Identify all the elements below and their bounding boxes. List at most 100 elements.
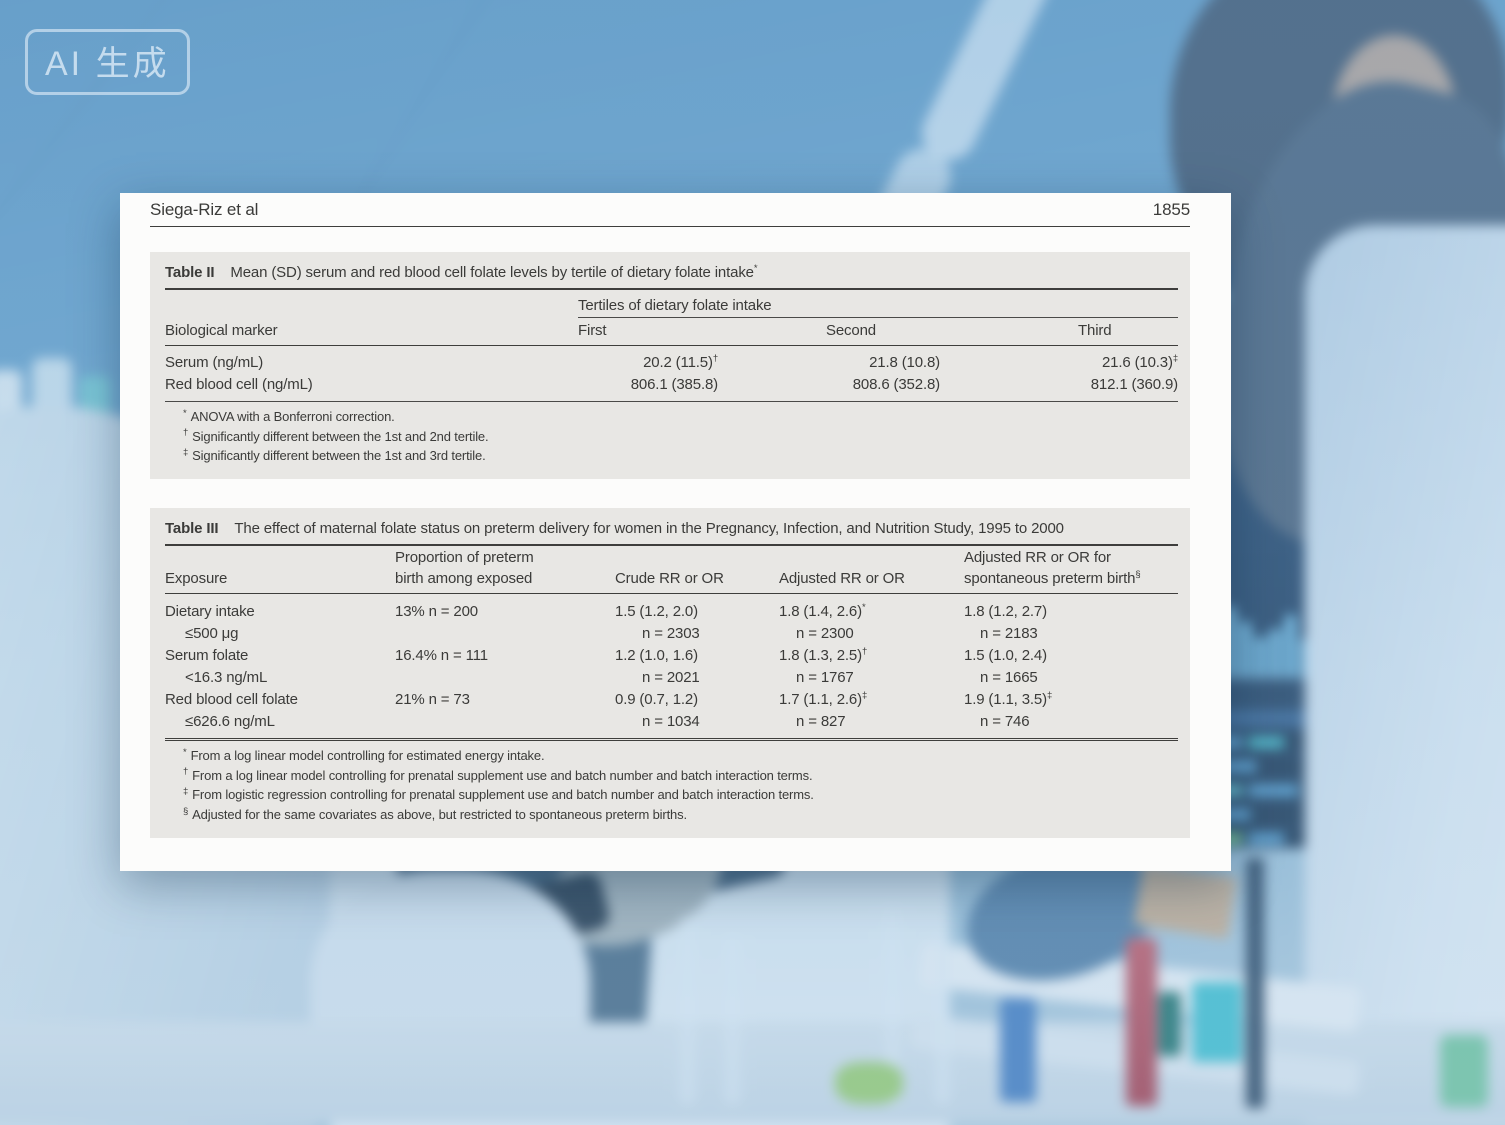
table-cell: 1.2 (1.0, 1.6) [615, 645, 779, 667]
footnote: * ANOVA with a Bonferroni correction. [183, 407, 1178, 427]
table-cell: 1.7 (1.1, 2.6)‡ [779, 689, 964, 711]
column-header: Second [826, 322, 940, 345]
footnote-text: From logistic regression controlling for… [192, 787, 814, 802]
table-cell [165, 297, 578, 318]
table-2: Table II Mean (SD) serum and red blood ce… [150, 252, 1190, 479]
footnote-text: Significantly different between the 1st … [192, 429, 488, 444]
table-2-caption-footnote-mark: * [754, 263, 758, 274]
table-cell: 1.5 (1.2, 2.0) [615, 601, 779, 623]
footnote-mark: * [862, 602, 866, 613]
footnote-mark: * [183, 408, 187, 419]
table-row: <16.3 ng/mL n = 2021 n = 1767 n = 1665 [165, 667, 1178, 689]
footnote-mark: ‡ [183, 447, 188, 458]
table-cell: n = 1767 [779, 667, 964, 689]
table-2-title: Table II Mean (SD) serum and red blood ce… [165, 252, 1178, 290]
table-cell [395, 667, 615, 689]
table-cell: 808.6 (352.8) [826, 374, 940, 396]
cell-value: 1.2 (1.0, 1.6) [615, 647, 698, 664]
footnote-mark: § [1135, 569, 1140, 580]
footnote-text: From a log linear model controlling for … [192, 768, 812, 783]
cell-value: 1.8 (1.2, 2.7) [964, 603, 1047, 620]
table-cell: Dietary intake [165, 601, 395, 623]
table-row: Serum (ng/mL) 20.2 (11.5)† 21.8 (10.8) 2… [165, 352, 1178, 374]
table-cell [395, 711, 615, 733]
footnote-text: Adjusted for the same covariates as abov… [192, 807, 687, 822]
footnote-text: From a log linear model controlling for … [191, 748, 545, 763]
table-2-spanner-row: Tertiles of dietary folate intake [165, 290, 1178, 318]
table-cell: n = 1034 [615, 711, 779, 733]
table-cell: n = 1665 [964, 667, 1178, 689]
footnote-mark: ‡ [1173, 353, 1178, 364]
column-header: Crude RR or OR [615, 569, 779, 594]
column-header: Adjusted RR or OR [779, 569, 964, 594]
footnote: † Significantly different between the 1st… [183, 427, 1178, 447]
column-header: Exposure [165, 569, 395, 594]
table-cell: <16.3 ng/mL [165, 667, 395, 689]
footnote: ‡ From logistic regression controlling fo… [183, 785, 1178, 805]
table-cell: Red blood cell (ng/mL) [165, 374, 578, 396]
table-cell: 13% n = 200 [395, 601, 615, 623]
footnote: § Adjusted for the same covariates as abo… [183, 805, 1178, 825]
cell-value: 1.8 (1.4, 2.6) [779, 603, 862, 620]
table-cell: Serum folate [165, 645, 395, 667]
table-row: Dietary intake 13% n = 200 1.5 (1.2, 2.0… [165, 601, 1178, 623]
cell-value: 21.6 (10.3) [1102, 354, 1173, 371]
column-header: Adjusted RR or OR for spontaneous preter… [964, 548, 1178, 593]
table-2-footnotes: * ANOVA with a Bonferroni correction. † Si… [165, 402, 1178, 466]
footnote-mark: † [183, 766, 188, 777]
footnote-mark: ‡ [183, 786, 188, 797]
table-cell: 16.4% n = 111 [395, 645, 615, 667]
table-cell: n = 827 [779, 711, 964, 733]
table-3-label: Table III [165, 520, 218, 537]
footnote: * From a log linear model controlling for… [183, 746, 1178, 766]
table-cell: n = 2303 [615, 623, 779, 645]
table-cell: Red blood cell folate [165, 689, 395, 711]
table-3-caption: The effect of maternal folate status on … [234, 520, 1063, 537]
footnote-mark: ‡ [1047, 690, 1052, 701]
table-row: ≤500 μg n = 2303 n = 2300 n = 2183 [165, 623, 1178, 645]
table-cell: ≤500 μg [165, 623, 395, 645]
footnote-text: Significantly different between the 1st … [192, 448, 485, 463]
table-cell [395, 623, 615, 645]
table-cell: 20.2 (11.5)† [578, 352, 718, 374]
table-cell: 21.6 (10.3)‡ [1078, 352, 1178, 374]
column-header: Biological marker [165, 322, 578, 345]
table-2-caption: Mean (SD) serum and red blood cell folat… [230, 264, 754, 281]
footnote-mark: † [183, 427, 188, 438]
footnote-text: ANOVA with a Bonferroni correction. [191, 409, 395, 424]
cell-value: 812.1 (360.9) [1091, 376, 1178, 393]
spanner-header: Tertiles of dietary folate intake [578, 297, 1178, 318]
cell-value: 1.8 (1.3, 2.5) [779, 647, 862, 664]
ai-generated-badge-label: AI 生成 [45, 45, 170, 83]
running-head: Siega-Riz et al 1855 [150, 200, 1190, 227]
table-cell: 812.1 (360.9) [1078, 374, 1178, 396]
cell-value: 0.9 (0.7, 1.2) [615, 691, 698, 708]
table-2-label: Table II [165, 264, 214, 281]
table-3-header-row: Exposure Proportion of preterm birth amo… [165, 546, 1178, 594]
header-line: Proportion of preterm [395, 548, 615, 569]
header-line: spontaneous preterm birth§ [964, 569, 1178, 590]
footnote-mark: * [183, 747, 187, 758]
footnote-mark: § [183, 806, 188, 817]
column-header: First [578, 322, 718, 345]
footnote: ‡ Significantly different between the 1st… [183, 446, 1178, 466]
table-row: Serum folate 16.4% n = 111 1.2 (1.0, 1.6… [165, 645, 1178, 667]
table-3-body: Dietary intake 13% n = 200 1.5 (1.2, 2.0… [165, 594, 1178, 741]
table-cell: 1.8 (1.3, 2.5)† [779, 645, 964, 667]
table-cell: n = 2183 [964, 623, 1178, 645]
cell-value: 1.5 (1.0, 2.4) [964, 647, 1047, 664]
cell-value: 20.2 (11.5) [643, 354, 713, 371]
table-cell: 1.9 (1.1, 3.5)‡ [964, 689, 1178, 711]
table-cell: 1.8 (1.2, 2.7) [964, 601, 1178, 623]
table-row: Red blood cell folate 21% n = 73 0.9 (0.… [165, 689, 1178, 711]
table-cell: 1.8 (1.4, 2.6)* [779, 601, 964, 623]
table-cell: Serum (ng/mL) [165, 352, 578, 374]
footnote-mark: ‡ [862, 690, 867, 701]
table-cell: n = 2021 [615, 667, 779, 689]
header-line: Adjusted RR or OR for [964, 548, 1178, 569]
table-cell: n = 746 [964, 711, 1178, 733]
cell-value: 1.5 (1.2, 2.0) [615, 603, 698, 620]
running-head-author: Siega-Riz et al [150, 200, 258, 220]
journal-page: Siega-Riz et al 1855 Table II Mean (SD) s… [120, 193, 1231, 871]
table-3-footnotes: * From a log linear model controlling for… [165, 741, 1178, 825]
